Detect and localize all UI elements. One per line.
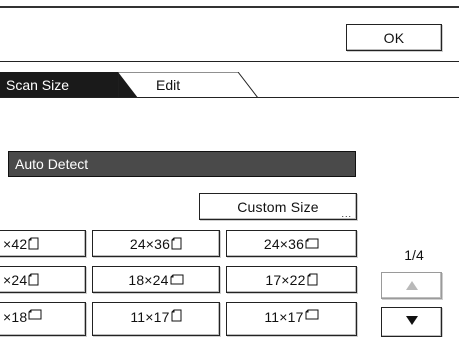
page-indicator: 1/4 (404, 247, 424, 263)
size-button-r2c2[interactable]: 18×24 (92, 266, 220, 293)
page-up-button[interactable] (381, 272, 442, 299)
ok-button[interactable]: OK (346, 24, 442, 51)
portrait-paper-icon (307, 273, 318, 286)
triangle-down-icon (405, 316, 418, 325)
size-button-r3c3[interactable]: 11×17 (226, 302, 357, 336)
size-label: 11×17 (264, 309, 304, 325)
size-button-r1c3[interactable]: 24×36 (226, 230, 357, 257)
custom-size-label: Custom Size (237, 198, 319, 215)
landscape-paper-icon (170, 274, 184, 285)
size-label: ×18 (3, 309, 28, 325)
size-label: 24×36 (263, 235, 305, 252)
custom-size-button[interactable]: Custom Size ... (199, 193, 357, 220)
size-button-r3c2[interactable]: 11×17 (92, 302, 220, 336)
tab-edit-outline (118, 72, 258, 98)
size-button-r1c1[interactable]: ×42 (0, 230, 86, 257)
size-button-r2c1[interactable]: ×24 (0, 266, 86, 293)
size-label: ×24 (3, 271, 28, 288)
size-label: 11×17 (130, 309, 170, 325)
size-label: ×42 (3, 235, 28, 252)
tab-scan-size-label: Scan Size (6, 77, 70, 93)
top-frame-line (0, 6, 459, 8)
auto-detect-label: Auto Detect (15, 156, 89, 172)
tab-edit[interactable]: Edit (118, 72, 258, 98)
portrait-paper-icon (28, 237, 39, 250)
size-button-r2c3[interactable]: 17×22 (226, 266, 357, 293)
landscape-paper-icon (28, 309, 42, 320)
tab-scan-size[interactable]: Scan Size (0, 72, 118, 98)
landscape-paper-icon (305, 309, 319, 320)
header-divider (0, 61, 459, 62)
page-down-button[interactable] (381, 307, 442, 337)
triangle-up-icon (405, 281, 418, 290)
size-label: 24×36 (129, 235, 171, 252)
top-frame (0, 0, 459, 16)
size-button-r3c1[interactable]: ×18 (0, 302, 86, 336)
size-label: 17×22 (265, 271, 306, 288)
portrait-paper-icon (171, 309, 182, 322)
landscape-paper-icon (305, 238, 319, 249)
portrait-paper-icon (28, 273, 39, 286)
size-button-r1c2[interactable]: 24×36 (92, 230, 220, 257)
more-options-dots: ... (341, 209, 352, 219)
portrait-paper-icon (171, 237, 182, 250)
tab-edit-label: Edit (156, 77, 181, 93)
size-label: 18×24 (128, 271, 169, 288)
ok-button-label: OK (383, 29, 405, 46)
auto-detect-bar[interactable]: Auto Detect (8, 151, 356, 177)
tab-baseline (0, 97, 459, 98)
